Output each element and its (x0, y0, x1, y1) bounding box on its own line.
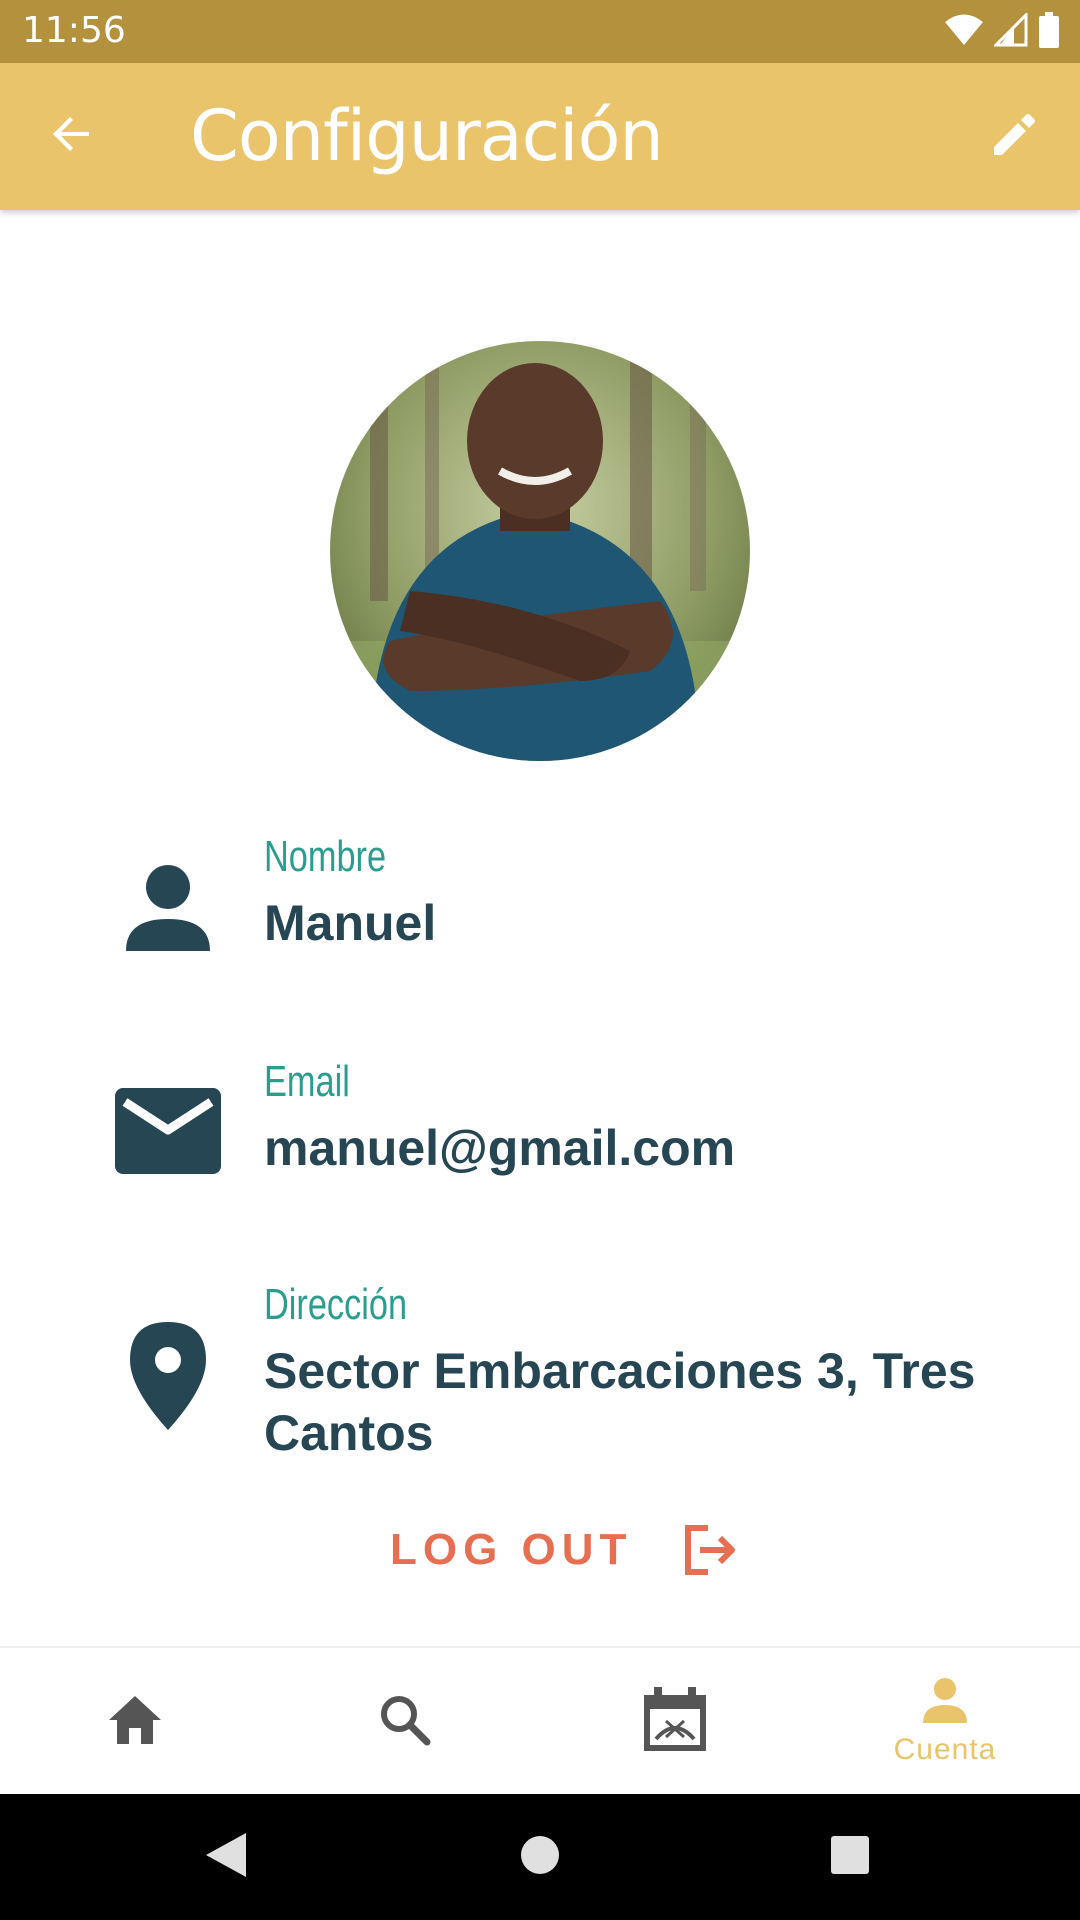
back-button[interactable] (44, 107, 102, 165)
battery-icon (1038, 12, 1060, 52)
calendar-icon (642, 1687, 708, 1757)
arrow-back-icon (49, 110, 97, 162)
nav-account-label: Cuenta (893, 1733, 997, 1766)
system-navigation-bar (0, 1794, 1080, 1920)
system-back-button[interactable] (196, 1827, 256, 1887)
email-value: manuel@gmail.com (264, 1120, 736, 1176)
account-icon (921, 1677, 969, 1727)
app-bar: Configuración (0, 63, 1080, 210)
nav-search[interactable] (270, 1648, 540, 1796)
location-pin-icon (108, 1316, 228, 1436)
address-value: Sector Embarcaciones 3, Tres Cantos (264, 1343, 976, 1461)
email-label: Email (264, 1057, 350, 1106)
status-time: 11:56 (22, 10, 126, 51)
address-row: Dirección Sector Embarcaciones 3, Tres C… (0, 1268, 1080, 1468)
person-icon (108, 846, 228, 966)
nav-account[interactable]: Cuenta (810, 1648, 1080, 1796)
signal-icon (992, 11, 1028, 51)
email-row: Email manuel@gmail.com (0, 1045, 1080, 1205)
system-home-button[interactable] (510, 1827, 570, 1887)
name-value: Manuel (264, 895, 437, 951)
nav-calendar[interactable] (540, 1648, 810, 1796)
page-title: Configuración (190, 95, 664, 177)
profile-avatar (330, 341, 750, 761)
logout-icon (682, 1520, 742, 1580)
system-recents-button[interactable] (820, 1827, 880, 1887)
triangle-back-icon (204, 1831, 248, 1883)
logout-label: LOG OUT (390, 1525, 633, 1574)
logout-button[interactable]: LOG OUT (390, 1518, 742, 1582)
status-bar: 11:56 (0, 0, 1080, 63)
home-icon (107, 1694, 163, 1750)
bottom-navigation: Cuenta (0, 1646, 1080, 1796)
circle-home-icon (520, 1835, 560, 1879)
name-label: Nombre (264, 832, 387, 881)
name-row: Nombre Manuel (0, 820, 1080, 980)
search-icon (379, 1694, 431, 1750)
wifi-icon (944, 13, 984, 51)
square-recents-icon (830, 1835, 870, 1879)
pencil-icon (988, 109, 1040, 165)
address-label: Dirección (264, 1280, 408, 1329)
system-icons (944, 11, 1060, 52)
nav-home[interactable] (0, 1648, 270, 1796)
edit-button[interactable] (982, 105, 1046, 169)
mail-icon (108, 1071, 228, 1191)
